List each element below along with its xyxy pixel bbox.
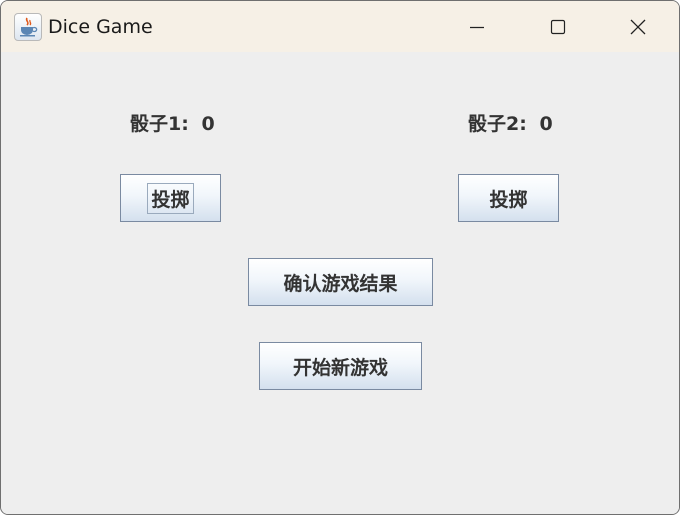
new-game-button[interactable]: 开始新游戏: [259, 342, 422, 390]
close-icon: [630, 19, 646, 35]
dice-2-label-text: 骰子2:: [468, 113, 527, 135]
roll-dice-1-button[interactable]: 投掷: [120, 174, 221, 222]
dice-2-label: 骰子2: 0: [468, 112, 553, 136]
dice-1-label-text: 骰子1:: [130, 113, 189, 135]
java-cup-icon: [14, 13, 42, 41]
title-bar[interactable]: Dice Game: [1, 1, 679, 52]
minimize-icon: [470, 26, 484, 29]
maximize-button[interactable]: [517, 1, 597, 52]
dice-2-value: 0: [539, 113, 553, 135]
roll-dice-2-label: 投掷: [489, 188, 528, 211]
game-panel: 骰子1: 0 骰子2: 0 投掷 投掷 确认游戏结果 开始新游戏: [1, 52, 679, 514]
maximize-icon: [550, 19, 566, 35]
new-game-label: 开始新游戏: [292, 356, 388, 379]
roll-dice-1-label: 投掷: [147, 182, 194, 214]
close-button[interactable]: [599, 1, 679, 52]
roll-dice-2-button[interactable]: 投掷: [458, 174, 559, 222]
dice-game-window: Dice Game 骰子1: 0 骰子2: 0 投掷 投掷 确认游戏结果 开始新…: [0, 0, 680, 515]
minimize-button[interactable]: [437, 1, 517, 52]
confirm-result-button[interactable]: 确认游戏结果: [248, 258, 433, 306]
dice-1-label: 骰子1: 0: [130, 112, 215, 136]
confirm-result-label: 确认游戏结果: [283, 272, 398, 295]
window-title: Dice Game: [48, 16, 153, 38]
dice-1-value: 0: [201, 113, 215, 135]
